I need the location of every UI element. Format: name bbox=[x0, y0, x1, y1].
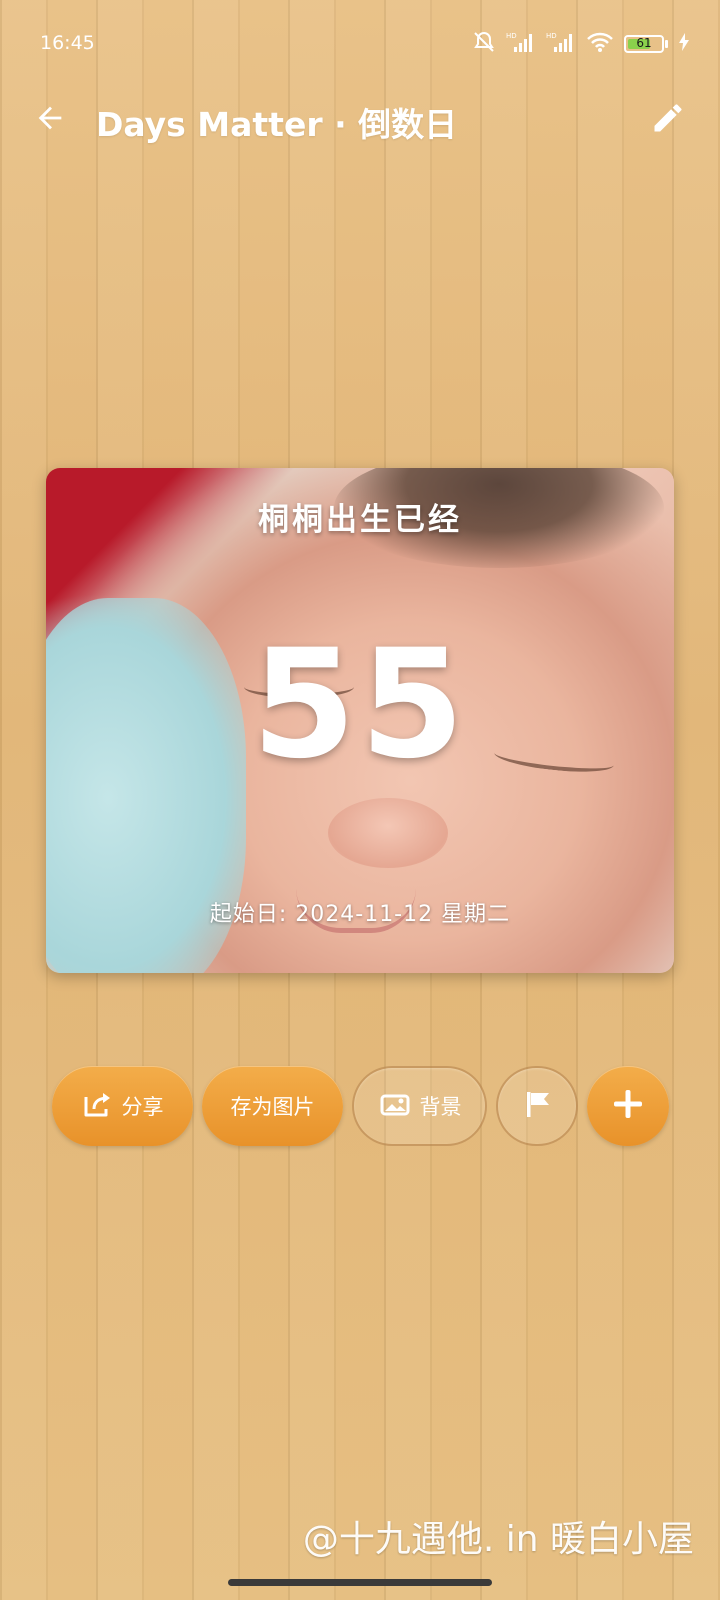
day-count: 55 bbox=[251, 618, 469, 792]
signal-hd-icon: HD bbox=[546, 31, 576, 57]
signal-hd-icon: HD bbox=[506, 31, 536, 57]
page-title: Days Matter · 倒数日 bbox=[96, 105, 458, 144]
flag-icon bbox=[521, 1088, 553, 1125]
svg-text:HD: HD bbox=[546, 32, 557, 40]
arrow-left-icon bbox=[33, 101, 67, 139]
image-icon bbox=[378, 1090, 412, 1123]
charging-icon bbox=[678, 32, 690, 56]
pencil-icon bbox=[650, 100, 686, 140]
share-button[interactable]: 分享 bbox=[52, 1066, 193, 1146]
share-icon bbox=[82, 1089, 114, 1124]
countdown-card[interactable]: 桐桐出生已经 55 起始日: 2024-11-12 星期二 bbox=[46, 468, 674, 973]
add-button[interactable] bbox=[587, 1066, 669, 1146]
action-bar: 分享 存为图片 背景 bbox=[0, 1066, 720, 1146]
battery-icon: 61 bbox=[624, 35, 668, 53]
edit-button[interactable] bbox=[644, 96, 692, 144]
photo-nose bbox=[328, 798, 448, 868]
watermark: @十九遇他. in 暖白小屋 bbox=[302, 1519, 694, 1560]
battery-percent: 61 bbox=[636, 36, 652, 50]
home-indicator[interactable] bbox=[228, 1579, 492, 1586]
save-image-button[interactable]: 存为图片 bbox=[202, 1066, 343, 1146]
background-button[interactable]: 背景 bbox=[352, 1066, 487, 1146]
app-bar: Days Matter · 倒数日 bbox=[0, 88, 720, 158]
plus-icon bbox=[611, 1087, 645, 1126]
status-bar: 16:45 HD HD 61 bbox=[0, 0, 720, 88]
background-label: 背景 bbox=[419, 1095, 462, 1119]
status-time: 16:45 bbox=[40, 32, 95, 54]
wifi-icon bbox=[586, 31, 614, 57]
start-date: 起始日: 2024-11-12 星期二 bbox=[209, 902, 511, 927]
mute-bell-icon bbox=[472, 30, 496, 58]
event-title: 桐桐出生已经 bbox=[258, 502, 462, 538]
status-icons: HD HD 61 bbox=[472, 30, 690, 58]
share-label: 分享 bbox=[121, 1095, 164, 1119]
save-image-label: 存为图片 bbox=[230, 1095, 315, 1119]
back-button[interactable] bbox=[26, 96, 74, 144]
svg-text:HD: HD bbox=[506, 32, 517, 40]
flag-button[interactable] bbox=[496, 1066, 578, 1146]
